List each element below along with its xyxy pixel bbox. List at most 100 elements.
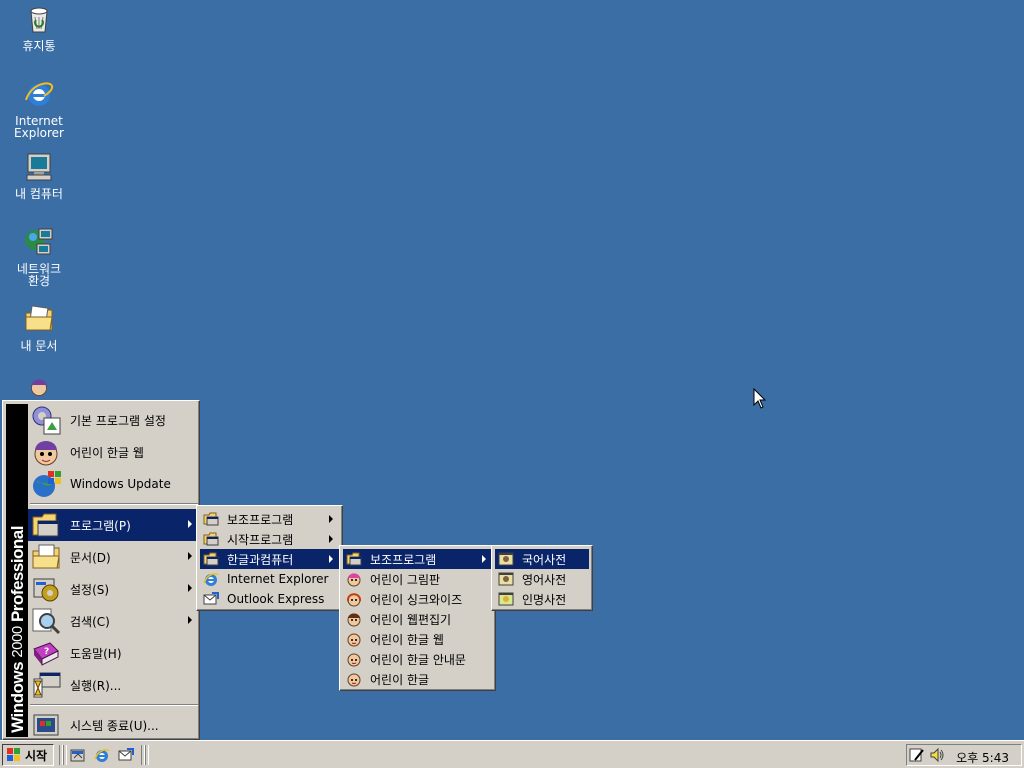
show-desktop-icon[interactable] (70, 747, 86, 763)
windows-update-icon (33, 471, 61, 497)
menu-item-hancom[interactable]: 한글과컴퓨터 (200, 549, 339, 569)
menu-item-label: Outlook Express (227, 592, 325, 606)
dictionary-icon (498, 552, 514, 566)
kids-hangul-web-desktop-icon[interactable] (23, 376, 55, 400)
desktop-icon-network[interactable]: 네트워크 환경 (1, 226, 77, 287)
start-item-kids-hangul-web[interactable]: 어린이 한글 웹 (28, 436, 198, 468)
clock[interactable]: 오후 5:43 (956, 749, 1009, 766)
mouse-cursor-icon (753, 388, 767, 409)
start-item-label: 어린이 한글 웹 (70, 445, 144, 460)
start-item-label: 실행(R)... (70, 678, 122, 693)
volume-icon[interactable] (929, 747, 945, 763)
menu-item-kids-paint[interactable]: 어린이 그림판 (343, 569, 492, 589)
desktop-icon-label: 내 컴퓨터 (15, 187, 63, 201)
shutdown-icon (33, 714, 59, 736)
taskbar-grip[interactable] (145, 745, 149, 765)
start-menu-banner: Windows 2000 Professional (6, 404, 28, 737)
outlook-express-icon (203, 592, 219, 605)
desktop-icon-my-computer[interactable]: 내 컴퓨터 (1, 151, 77, 200)
my-computer-icon (26, 153, 52, 181)
menu-item-kids-hangul-web[interactable]: 어린이 한글 웹 (343, 629, 492, 649)
start-item-label: 시스템 종료(U)... (70, 718, 159, 733)
start-item-search[interactable]: 검색(C) (28, 605, 198, 637)
start-item-settings[interactable]: 설정(S) (28, 573, 198, 605)
desktop-icon-label: Internet Explorer (14, 114, 64, 140)
program-group-icon (346, 552, 362, 566)
start-menu-separator (30, 503, 198, 505)
programs-submenu: 보조프로그램 시작프로그램 한글과컴퓨터 Internet Explorer O… (196, 505, 343, 611)
taskbar: 시작 오후 5:43 (0, 740, 1024, 768)
kids-face-icon (34, 441, 58, 466)
menu-item-label: Internet Explorer (227, 572, 329, 586)
search-icon (32, 608, 61, 635)
menu-item-internet-explorer[interactable]: Internet Explorer (200, 569, 339, 589)
menu-item-label: 영어사전 (522, 572, 567, 587)
menu-item-label: 보조프로그램 (370, 552, 437, 567)
menu-item-label: 한글과컴퓨터 (227, 552, 294, 567)
menu-item-accessories[interactable]: 보조프로그램 (200, 509, 339, 529)
submenu-arrow-icon (188, 584, 192, 592)
start-item-label: 도움말(H) (70, 646, 122, 661)
submenu-arrow-icon (329, 535, 333, 543)
menu-item-name-dictionary[interactable]: 인명사전 (495, 589, 589, 609)
start-item-shutdown[interactable]: 시스템 종료(U)... (28, 709, 198, 741)
dictionary-icon (498, 592, 514, 606)
start-item-run[interactable]: 실행(R)... (28, 669, 198, 701)
internet-explorer-icon[interactable] (94, 747, 110, 763)
start-item-documents[interactable]: 문서(D) (28, 541, 198, 573)
help-book-icon: ? (33, 642, 59, 666)
start-item-help[interactable]: ? 도움말(H) (28, 637, 198, 669)
program-group-icon (203, 512, 219, 526)
menu-item-kids-web-editor[interactable]: 어린이 웹편집기 (343, 609, 492, 629)
start-item-label: 설정(S) (70, 582, 110, 597)
windows-2000-professional-banner: Windows 2000 Professional (8, 526, 27, 733)
start-menu: Windows 2000 Professional 기본 프로그램 설정 어린이… (2, 400, 200, 740)
ime-pen-icon[interactable] (909, 747, 925, 763)
menu-item-english-dictionary[interactable]: 영어사전 (495, 569, 589, 589)
quick-launch-grip[interactable] (63, 745, 67, 765)
svg-text:?: ? (44, 647, 49, 657)
start-item-label: 검색(C) (70, 614, 110, 629)
set-default-programs-icon (32, 406, 61, 435)
menu-item-label: 국어사전 (522, 552, 567, 567)
start-item-set-default-programs[interactable]: 기본 프로그램 설정 (28, 404, 198, 436)
menu-item-startup[interactable]: 시작프로그램 (200, 529, 339, 549)
desktop-icon-label: 내 문서 (20, 339, 58, 353)
submenu-arrow-icon (188, 616, 192, 624)
system-tray: 오후 5:43 (906, 744, 1022, 766)
run-icon (33, 672, 61, 698)
menu-item-korean-dictionary[interactable]: 국어사전 (495, 549, 589, 569)
submenu-arrow-icon (329, 515, 333, 523)
desktop-icon-internet-explorer[interactable]: Internet Explorer (1, 78, 77, 139)
recycle-bin-icon (30, 7, 48, 33)
kids-thinkwise-icon (347, 593, 361, 607)
start-item-windows-update[interactable]: Windows Update (28, 468, 198, 500)
menu-item-kids-hangul-notice[interactable]: 어린이 한글 안내문 (343, 649, 492, 669)
menu-item-label: 어린이 한글 (370, 672, 430, 687)
windows-logo-icon (7, 748, 20, 761)
menu-item-label: 어린이 싱크와이즈 (370, 592, 463, 607)
start-item-label: 문서(D) (70, 550, 111, 565)
submenu-arrow-icon (188, 552, 192, 560)
menu-item-kids-thinkwise[interactable]: 어린이 싱크와이즈 (343, 589, 492, 609)
start-item-label: 프로그램(P) (70, 518, 131, 533)
start-item-label: 기본 프로그램 설정 (70, 413, 166, 428)
start-button[interactable]: 시작 (2, 744, 54, 766)
kids-face-icon (347, 653, 361, 667)
start-item-programs[interactable]: 프로그램(P) (28, 509, 198, 541)
hancom-submenu: 보조프로그램 어린이 그림판 어린이 싱크와이즈 어린이 웹편집기 어린이 한글… (339, 545, 496, 691)
menu-item-outlook-express[interactable]: Outlook Express (200, 589, 339, 609)
network-icon (25, 228, 53, 255)
accessories-submenu: 국어사전 영어사전 인명사전 (491, 545, 593, 611)
outlook-express-icon[interactable] (118, 747, 134, 763)
start-button-label: 시작 (25, 748, 48, 763)
kids-paint-icon (347, 573, 361, 587)
submenu-arrow-icon (329, 555, 333, 563)
menu-item-kids-hangul[interactable]: 어린이 한글 (343, 669, 492, 689)
desktop-icon-recycle-bin[interactable]: 휴지통 (1, 3, 77, 52)
menu-item-label: 보조프로그램 (227, 512, 294, 527)
programs-folder-icon (32, 513, 59, 537)
menu-item-hancom-accessories[interactable]: 보조프로그램 (343, 549, 492, 569)
menu-item-label: 어린이 한글 안내문 (370, 652, 466, 667)
desktop-icon-my-documents[interactable]: 내 문서 (1, 303, 77, 352)
